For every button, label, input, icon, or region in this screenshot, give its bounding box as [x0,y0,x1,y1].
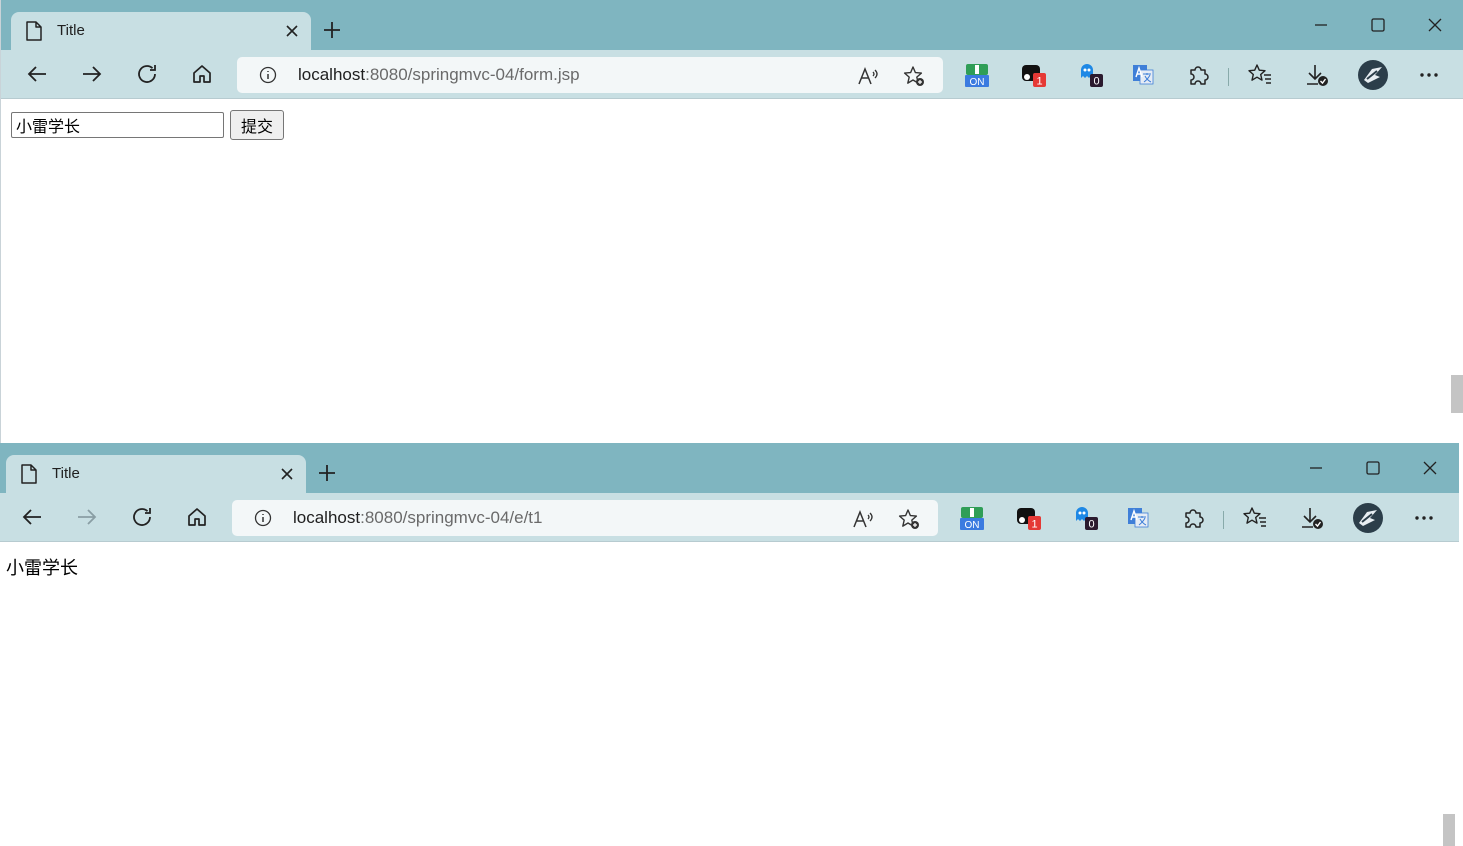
url-text: localhost:8080/springmvc-04/e/t1 [293,508,543,528]
tab-title[interactable]: Title [11,12,311,50]
close-tab-icon[interactable] [280,467,294,481]
read-aloud-icon[interactable] [852,508,874,530]
document-icon [26,21,42,41]
ext-red-count: 1 [1036,76,1042,88]
downloads-icon[interactable] [1299,505,1325,531]
ext-on-label: ON [970,77,985,88]
tab-title-label: Title [57,22,85,39]
profile-avatar[interactable] [1353,503,1383,533]
new-tab-icon[interactable] [322,20,342,40]
submit-button[interactable]: 提交 [230,110,284,140]
tab-title-label: Title [52,465,80,482]
tab-strip: Title [1,0,1463,50]
refresh-icon[interactable] [135,62,159,86]
new-tab-icon[interactable] [317,463,337,483]
back-arrow-icon[interactable] [20,505,44,529]
minimize-icon[interactable] [1307,459,1325,477]
tab-title[interactable]: Title [6,455,306,493]
toolbar: localhost:8080/springmvc-04/e/t1 ON 1 0 [0,493,1459,542]
add-favorite-icon[interactable] [903,65,925,87]
ext-on-icon[interactable]: ON [964,62,990,88]
translate-icon[interactable] [1130,62,1156,88]
site-info-icon[interactable] [259,66,277,84]
profile-avatar[interactable] [1358,60,1388,90]
downloads-icon[interactable] [1304,62,1330,88]
ext-dark-count: 0 [1088,519,1094,531]
browser-window-form: Title localhost:8080/springmvc-04/form.j… [0,0,1463,443]
scrollbar-thumb[interactable] [1443,814,1455,846]
ext-ghost-icon[interactable]: 0 [1073,505,1099,531]
url-text: localhost:8080/springmvc-04/form.jsp [298,65,580,85]
refresh-icon[interactable] [130,505,154,529]
address-bar[interactable]: localhost:8080/springmvc-04/e/t1 [232,500,938,536]
favorites-icon[interactable] [1247,62,1273,88]
result-text: 小雷学长 [6,558,78,579]
toolbar-separator [1223,511,1224,529]
url-path: :8080/springmvc-04/form.jsp [365,65,580,84]
extensions-puzzle-icon[interactable] [1186,62,1212,88]
close-tab-icon[interactable] [285,24,299,38]
tab-strip: Title [0,443,1459,493]
translate-icon[interactable] [1125,505,1151,531]
add-favorite-icon[interactable] [898,508,920,530]
ext-badge-red-icon[interactable]: 1 [1021,62,1047,88]
page-content: 提交 [1,99,1463,443]
back-arrow-icon[interactable] [25,62,49,86]
maximize-icon[interactable] [1364,459,1382,477]
minimize-icon[interactable] [1312,16,1330,34]
url-host: localhost [293,508,361,527]
ext-ghost-icon[interactable]: 0 [1078,62,1104,88]
address-bar[interactable]: localhost:8080/springmvc-04/form.jsp [237,57,943,93]
more-options-icon[interactable] [1416,62,1442,88]
home-icon[interactable] [190,62,214,86]
ext-badge-red-icon[interactable]: 1 [1016,505,1042,531]
ext-on-label: ON [965,520,980,531]
extensions-puzzle-icon[interactable] [1181,505,1207,531]
favorites-icon[interactable] [1242,505,1268,531]
ext-dark-count: 0 [1093,76,1099,88]
forward-arrow-icon [78,509,97,525]
browser-window-result: Title localhost:8080/springmvc-04/e/t1 O… [0,443,1459,846]
toolbar: localhost:8080/springmvc-04/form.jsp ON … [1,50,1463,99]
close-window-icon[interactable] [1421,459,1439,477]
forward-arrow-icon[interactable] [80,62,104,86]
url-host: localhost [298,65,366,84]
ext-on-icon[interactable]: ON [959,505,985,531]
toolbar-separator [1228,68,1229,86]
name-input[interactable] [11,112,224,138]
more-options-icon[interactable] [1411,505,1437,531]
url-path: :8080/springmvc-04/e/t1 [360,508,543,527]
scrollbar-thumb[interactable] [1451,375,1463,413]
site-info-icon[interactable] [254,509,272,527]
maximize-icon[interactable] [1369,16,1387,34]
read-aloud-icon[interactable] [857,65,879,87]
document-icon [21,464,37,484]
ext-red-count: 1 [1031,519,1037,531]
close-window-icon[interactable] [1426,16,1444,34]
home-icon[interactable] [185,505,209,529]
page-content: 小雷学长 [0,542,1459,846]
